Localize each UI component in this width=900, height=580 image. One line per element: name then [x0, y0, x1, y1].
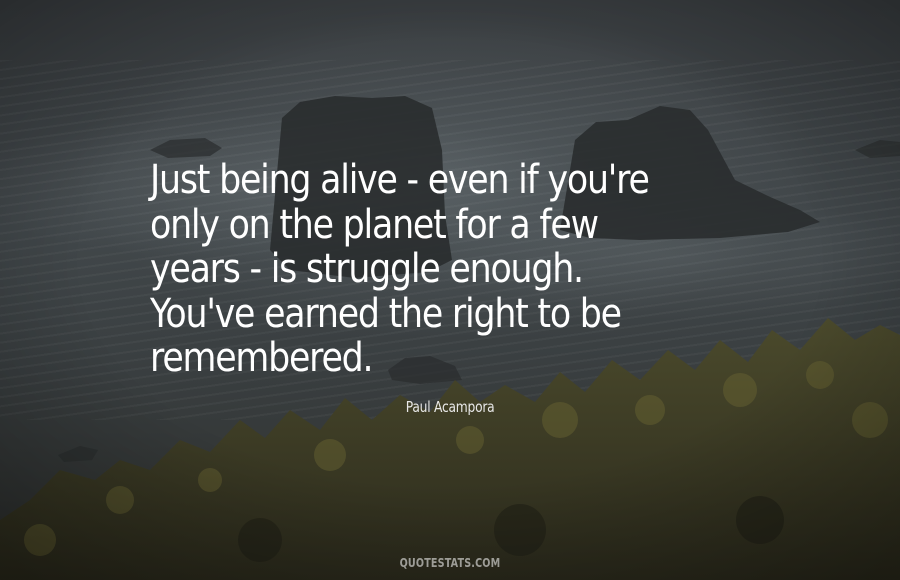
quote-line: only on the planet for a few: [150, 201, 599, 248]
author-name: Paul Acampora: [405, 398, 495, 416]
site-watermark: QUOTESTATS.COM: [0, 556, 900, 570]
quote-author: Paul Acampora: [0, 398, 900, 416]
quote-image: Just being alive - even if you're only o…: [0, 0, 900, 580]
quote-line: remembered.: [150, 335, 374, 381]
quote-line: years - is struggle enough.: [150, 246, 584, 292]
quote-line: Just being alive - even if you're: [150, 157, 650, 203]
quote-line: You've earned the right to be: [150, 290, 622, 337]
quote-text: Just being alive - even if you're only o…: [150, 158, 742, 381]
watermark-text: QUOTESTATS.COM: [399, 556, 501, 570]
